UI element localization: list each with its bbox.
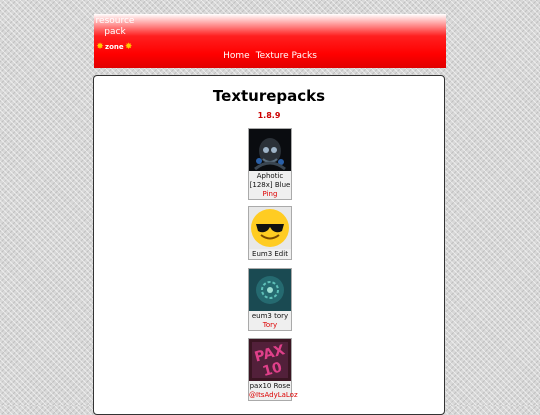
- nav-link-texture-packs[interactable]: Texture Packs: [256, 50, 317, 62]
- pack-name: Aphotic [128x] Blue: [249, 172, 291, 189]
- pack-card[interactable]: PAX 10 pax10 Rose @ItsAdyLaLoz: [248, 338, 298, 401]
- pack-author[interactable]: @ItsAdyLaLoz: [249, 391, 298, 400]
- content-panel: Texturepacks 1.8.9 Aphotic [128x] Blue P…: [93, 75, 445, 415]
- pack-card[interactable]: Aphotic [128x] Blue Ping: [248, 128, 292, 200]
- pack-author[interactable]: Ping: [249, 190, 291, 199]
- page-title: Texturepacks: [212, 87, 326, 105]
- pack-thumbnail: [249, 129, 291, 171]
- pack-name: eum3 tory: [251, 312, 289, 320]
- pack-card[interactable]: Eum3 Edit: [248, 206, 292, 260]
- pack-name: Eum3 Edit: [252, 250, 288, 258]
- logo-text-pack: pack: [104, 27, 126, 37]
- pack-card[interactable]: eum3 tory Tory: [248, 268, 292, 331]
- pack-thumbnail: [249, 207, 291, 249]
- nav-link-home[interactable]: Home: [223, 50, 250, 62]
- pack-name: pax10 Rose: [249, 382, 291, 390]
- pack-thumbnail: [249, 269, 291, 311]
- version-label: 1.8.9: [257, 111, 281, 120]
- logo-text-resource: resource: [95, 16, 135, 26]
- site-header: resource pack ✸ zone ✸ Home Texture Pack…: [94, 14, 446, 68]
- main-nav: Home Texture Packs: [94, 50, 446, 62]
- site-logo[interactable]: resource pack ✸ zone ✸: [94, 14, 136, 54]
- pack-thumbnail: PAX 10: [249, 339, 291, 381]
- pack-author[interactable]: Tory: [249, 321, 291, 330]
